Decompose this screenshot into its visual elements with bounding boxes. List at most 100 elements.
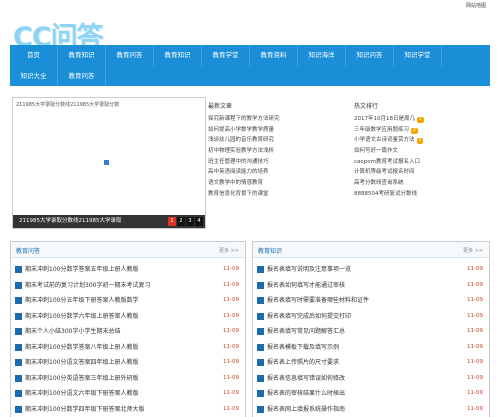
latest-article-link[interactable]: 浅谈幼儿园的音乐教育研究 bbox=[208, 135, 348, 146]
article-date: 11-09 bbox=[467, 343, 483, 350]
hot-article-item: 如何写好一篇作文 bbox=[354, 146, 494, 157]
sitemap-link[interactable]: 网站地图 bbox=[466, 2, 486, 9]
article-link[interactable]: 报名表网上填报系统操作指南 bbox=[267, 402, 445, 417]
article-link[interactable]: 报名表填写完成后如何提交打印 bbox=[267, 309, 445, 325]
rank-badge: 1 bbox=[417, 117, 424, 123]
latest-article-link[interactable]: 初中物理实验教学方法浅析 bbox=[208, 146, 348, 157]
article-link[interactable]: 报名表的审核结果什么时候出 bbox=[267, 386, 445, 402]
list-item: 期末考试前的复习计划300字初一期末考试复习 11-09 bbox=[15, 278, 245, 294]
panel-right-more-link[interactable]: 更多 >> bbox=[463, 247, 483, 254]
latest-article-link[interactable]: 高中英语阅读能力的培养 bbox=[208, 167, 348, 178]
article-link[interactable]: 期末冲刺100分数学六年级上册答案人教版 bbox=[25, 309, 203, 325]
article-link[interactable]: 期末冲刺100分英语答案三年级上册外研版 bbox=[25, 371, 203, 387]
hot-article-item: 2017年10月18日是周几 1 bbox=[354, 114, 494, 125]
article-link[interactable]: 期末考试前的复习计划300字初一期末考试复习 bbox=[25, 278, 203, 294]
slider-page-button[interactable]: 2 bbox=[177, 217, 185, 226]
nav-item[interactable]: 知识学堂 bbox=[394, 45, 442, 66]
article-date: 11-09 bbox=[223, 328, 239, 334]
slider-pager: 1234 bbox=[167, 217, 203, 226]
nav-item[interactable]: 教育知识 bbox=[154, 45, 202, 66]
nav-item[interactable]: 教育问答 bbox=[58, 66, 106, 86]
nav-item[interactable]: 教育资料 bbox=[250, 45, 298, 66]
panel-left-title[interactable]: 教育问答 bbox=[16, 246, 40, 255]
hot-article-item: 高考分数线查询系统 bbox=[354, 178, 494, 189]
article-link[interactable]: 期末冲刺100分数学答案八年级上册人教版 bbox=[25, 340, 203, 356]
article-date: 11-09 bbox=[467, 390, 483, 396]
panel-left-more-link[interactable]: 更多 >> bbox=[219, 247, 239, 254]
hot-article-link[interactable]: 2017年10月18日是周几 bbox=[354, 116, 415, 122]
list-item: 期末冲刺100分数学四年级下册答案北师大版 11-09 bbox=[15, 402, 245, 417]
article-link[interactable]: 报名表如何填写才能通过审核 bbox=[267, 278, 445, 294]
article-icon bbox=[257, 405, 264, 413]
article-icon bbox=[257, 374, 264, 382]
list-item: 期末冲刺100分英语答案三年级上册外研版 11-09 bbox=[15, 371, 245, 387]
article-date: 11-09 bbox=[223, 390, 239, 396]
nav-item[interactable]: 知识海洋 bbox=[298, 45, 346, 66]
nav-item[interactable]: 教育知识 bbox=[58, 45, 106, 66]
image-slider[interactable]: 211985大学录取分数线211985大学录取分数 211985大学录取分数线2… bbox=[12, 97, 206, 229]
rank-badge: 2 bbox=[411, 127, 418, 134]
article-date: 11-09 bbox=[223, 281, 239, 288]
list-item: 期末冲刺100分数学答案五年级上册人教版 11-09 bbox=[15, 262, 245, 278]
list-item: 报名表信息填写错误如何修改 11-09 bbox=[257, 371, 489, 387]
article-date: 11-09 bbox=[467, 405, 483, 412]
nav-item[interactable]: 教育学堂 bbox=[202, 45, 250, 66]
article-icon bbox=[257, 328, 264, 336]
article-date: 11-09 bbox=[223, 359, 239, 365]
panel-left: 教育问答 更多 >> 期末冲刺100分数学答案五年级上册人教版 11-09 期末考试… bbox=[10, 241, 246, 417]
article-link[interactable]: 报名表填写时需要准备哪些材料和证件 bbox=[267, 293, 445, 309]
hot-list: 2017年10月18日是周几 1 三年级数学应用题练习 2 小学语文古诗词鉴赏方法 3 如何… bbox=[354, 114, 494, 200]
article-date: 11-09 bbox=[223, 297, 239, 303]
slider-page-button[interactable]: 4 bbox=[195, 217, 203, 226]
article-link[interactable]: 报名表模板下载及填写示例 bbox=[267, 340, 445, 356]
latest-article-link[interactable]: 如何提高小学数学教学质量 bbox=[208, 125, 348, 136]
top-bar: 网站地图 bbox=[0, 0, 500, 10]
nav-item[interactable]: 首页 bbox=[10, 45, 58, 66]
latest-article-link[interactable]: 语文教学中的情感教育 bbox=[208, 178, 348, 189]
article-link[interactable]: 期末个人小结300字小学生期末总结 bbox=[25, 324, 203, 340]
nav-item[interactable]: 知识大全 bbox=[10, 66, 58, 86]
list-item: 期末个人小结300字小学生期末总结 11-09 bbox=[15, 324, 245, 340]
hot-article-link[interactable]: 三年级数学应用题练习 bbox=[354, 127, 409, 133]
article-icon bbox=[15, 281, 22, 289]
list-item: 报名表网上填报系统操作指南 11-09 bbox=[257, 402, 489, 417]
list-item: 期末冲刺100分语文答案四年级上册人教版 11-09 bbox=[15, 355, 245, 371]
article-link[interactable]: 期末冲刺100分语文答案四年级上册人教版 bbox=[25, 355, 203, 371]
list-item: 报名表填写说明及注意事项一览 11-09 bbox=[257, 262, 489, 278]
hot-article-link[interactable]: 如何写好一篇作文 bbox=[354, 148, 398, 154]
hot-article-link[interactable]: 计算机等级考试报名时间 bbox=[354, 169, 415, 175]
article-link[interactable]: 期末冲刺100分数学四年级下册答案北师大版 bbox=[25, 402, 203, 417]
panel-right-title[interactable]: 教育知识 bbox=[258, 246, 282, 255]
article-date: 11-09 bbox=[467, 374, 483, 381]
article-icon bbox=[15, 405, 22, 413]
article-date: 11-09 bbox=[467, 266, 483, 272]
nav-item[interactable]: 教育问答 bbox=[106, 45, 154, 66]
list-item: 期末冲刺100分数学六年级上册答案人教版 11-09 bbox=[15, 309, 245, 325]
article-link[interactable]: 报名表填写常见问题解答汇总 bbox=[267, 324, 445, 340]
list-item: 报名表填写完成后如何提交打印 11-09 bbox=[257, 309, 489, 325]
article-date: 11-09 bbox=[467, 312, 483, 319]
article-link[interactable]: 期末冲刺100分语文六年级下册答案人教版 bbox=[25, 386, 203, 402]
article-link[interactable]: 报名表上传照片的尺寸要求 bbox=[267, 355, 445, 371]
article-icon bbox=[257, 281, 264, 289]
list-item: 期末冲刺100分语文六年级下册答案人教版 11-09 bbox=[15, 386, 245, 402]
hot-article-link[interactable]: 高考分数线查询系统 bbox=[354, 180, 404, 186]
list-item: 期末冲刺100分数学答案八年级上册人教版 11-09 bbox=[15, 340, 245, 356]
nav-item[interactable]: 知识问答 bbox=[346, 45, 394, 66]
slider-page-button[interactable]: 1 bbox=[168, 217, 176, 226]
latest-article-link[interactable]: 探究新课程下的教学方法研究 bbox=[208, 114, 348, 125]
article-link[interactable]: 期末冲刺100分数学答案五年级上册人教版 bbox=[25, 262, 203, 278]
article-link[interactable]: 期末冲刺100分五年级下册答案人教版数学 bbox=[25, 293, 203, 309]
slider-image-placeholder bbox=[104, 160, 109, 165]
article-link[interactable]: 报名表信息填写错误如何修改 bbox=[267, 371, 445, 387]
slider-page-button[interactable]: 3 bbox=[186, 217, 194, 226]
article-icon bbox=[257, 297, 264, 305]
article-link[interactable]: 报名表填写说明及注意事项一览 bbox=[267, 262, 445, 278]
article-icon bbox=[15, 266, 22, 274]
hot-article-link[interactable]: 8888504考研复试分数线 bbox=[354, 191, 417, 197]
article-icon bbox=[15, 390, 22, 398]
hot-article-link[interactable]: caopom教育考试报名入口 bbox=[354, 159, 420, 165]
latest-article-link[interactable]: 教育信息化背景下的课堂 bbox=[208, 189, 348, 200]
latest-article-link[interactable]: 班主任管理中的沟通技巧 bbox=[208, 157, 348, 168]
hot-article-link[interactable]: 小学语文古诗词鉴赏方法 bbox=[354, 137, 415, 143]
